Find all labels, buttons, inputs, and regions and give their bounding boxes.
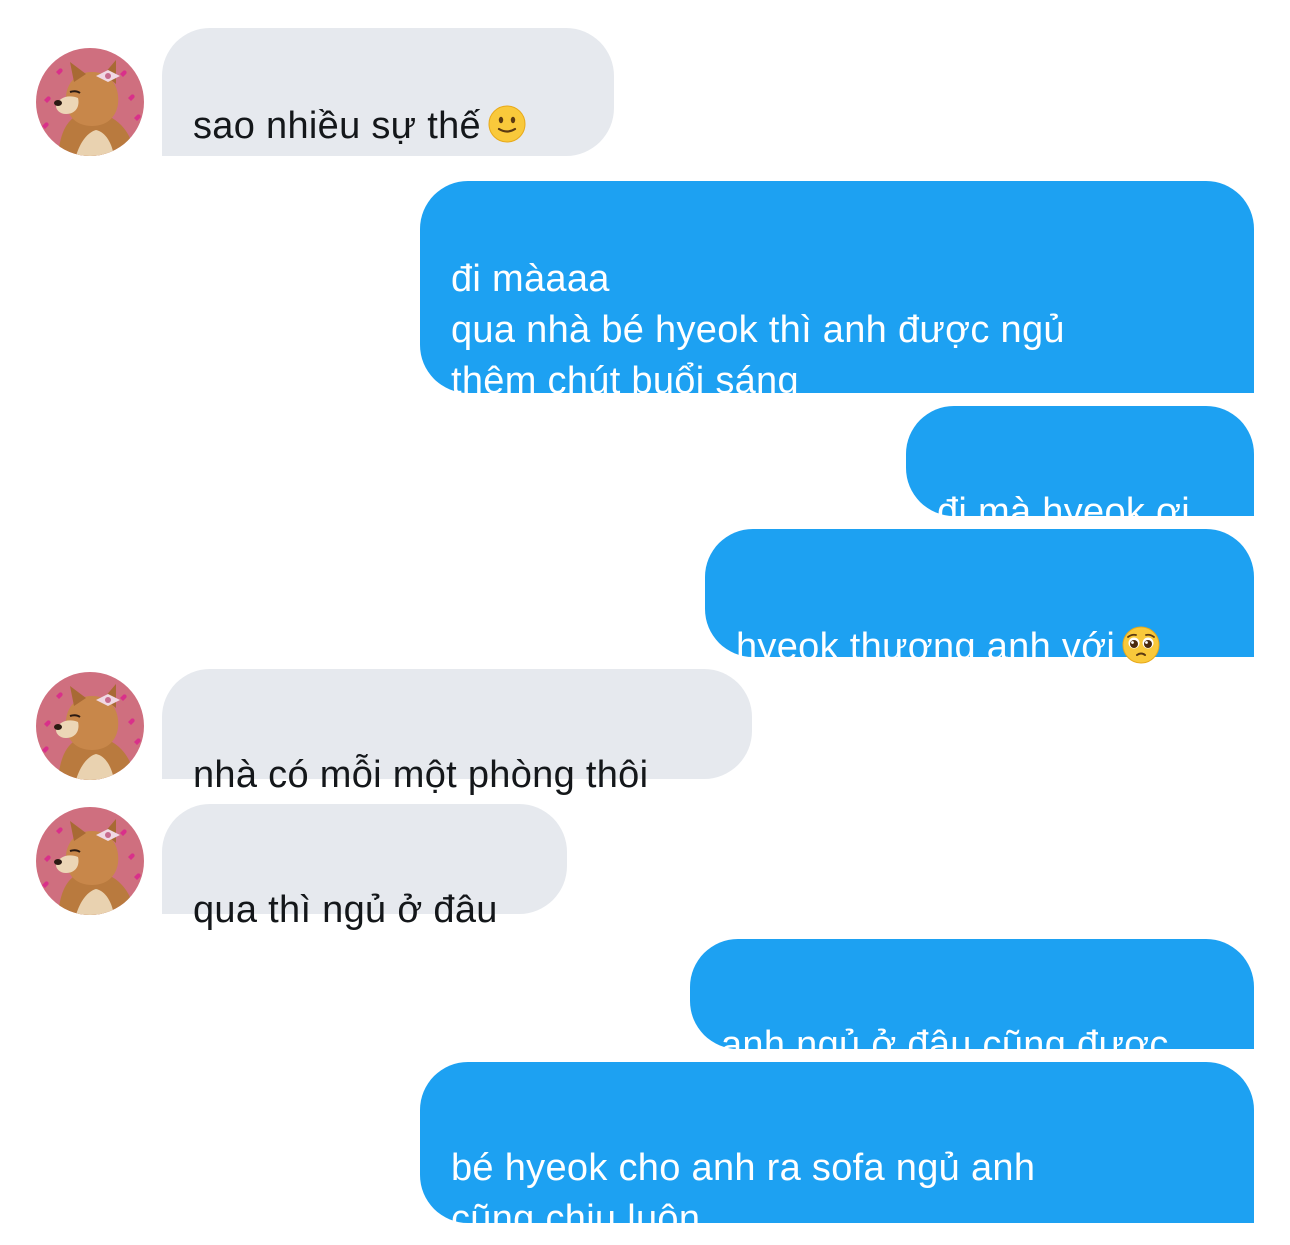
message-bubble-sent[interactable]: bé hyeok cho anh ra sofa ngủ anh cũng ch…: [420, 1062, 1254, 1240]
message-text: đi màaaa qua nhà bé hyeok thì anh được n…: [451, 258, 1065, 402]
message-text: sao nhiều sự thế: [193, 105, 481, 147]
message-bubble-sent[interactable]: đi màaaa qua nhà bé hyeok thì anh được n…: [420, 181, 1254, 402]
doge-avatar-image: [36, 807, 144, 915]
message-text: bé hyeok cho anh ra sofa ngủ anh cũng ch…: [451, 1147, 1036, 1240]
message-bubble-sent[interactable]: hyeok thương anh với: [705, 529, 1254, 668]
message-bubble-received[interactable]: nhà có mỗi một phòng thôi: [162, 669, 752, 796]
message-text: hyeok thương anh với: [736, 626, 1116, 668]
pleading-face-icon: [1121, 625, 1161, 665]
message-text: anh ngủ ở đâu cũng được: [721, 1024, 1169, 1066]
doge-avatar-image: [36, 672, 144, 780]
avatar[interactable]: [36, 48, 144, 156]
message-text: qua thì ngủ ở đâu: [193, 889, 498, 931]
message-text: đi mà hyeok ơi: [937, 491, 1190, 533]
message-bubble-received[interactable]: sao nhiều sự thế: [162, 28, 614, 156]
doge-avatar-image: [36, 48, 144, 156]
message-bubble-sent[interactable]: đi mà hyeok ơi: [906, 406, 1254, 533]
message-bubble-sent[interactable]: anh ngủ ở đâu cũng được: [690, 939, 1254, 1066]
avatar[interactable]: [36, 672, 144, 780]
message-text: nhà có mỗi một phòng thôi: [193, 754, 649, 796]
avatar[interactable]: [36, 807, 144, 915]
slightly-smiling-face-icon: [487, 104, 527, 144]
message-bubble-received[interactable]: qua thì ngủ ở đâu: [162, 804, 567, 931]
